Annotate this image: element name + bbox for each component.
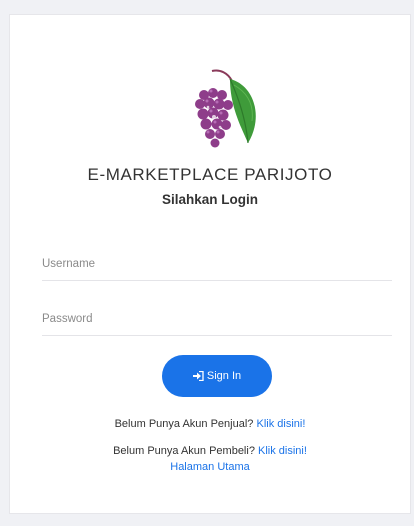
login-heading: Silahkan Login [161, 192, 258, 207]
sign-in-button[interactable]: Sign In [162, 355, 272, 397]
sign-in-icon [192, 371, 204, 381]
buyer-register-link[interactable]: Klik disini! [258, 445, 307, 457]
username-input[interactable] [42, 247, 392, 281]
app-title: E-MARKETPLACE PARIJOTO [87, 165, 333, 184]
sign-in-label: Sign In [206, 370, 242, 382]
seller-register-link[interactable]: Klik disini! [256, 418, 305, 430]
seller-register-line: Belum Punya Akun Penjual? Klik disini! [10, 418, 410, 430]
buyer-register-line: Belum Punya Akun Pembeli? Klik disini! [10, 445, 410, 457]
password-input[interactable] [42, 302, 392, 336]
buyer-register-prompt: Belum Punya Akun Pembeli? [113, 445, 255, 457]
home-page-link[interactable]: Halaman Utama [170, 461, 249, 473]
home-line: Halaman Utama [10, 461, 410, 473]
parijoto-fruit-logo-icon [195, 69, 256, 148]
login-card: E-MARKETPLACE PARIJOTO Silahkan Login Si… [9, 14, 411, 514]
seller-register-prompt: Belum Punya Akun Penjual? [114, 418, 254, 430]
